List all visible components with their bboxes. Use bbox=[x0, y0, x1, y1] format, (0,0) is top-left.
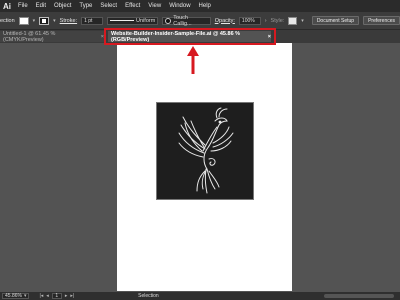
artboard-number: 1 bbox=[55, 293, 59, 299]
selection-label: ection bbox=[0, 17, 15, 24]
document-setup-button[interactable]: Document Setup bbox=[311, 16, 360, 25]
stroke-chevron-down-icon[interactable]: ▾ bbox=[53, 18, 56, 24]
fill-chevron-down-icon[interactable]: ▾ bbox=[33, 18, 36, 24]
zoom-chevron-down-icon[interactable]: ▾ bbox=[24, 293, 27, 299]
menu-items: File Edit Object Type Select Effect View Window… bbox=[18, 3, 211, 9]
stroke-profile-line-icon bbox=[110, 20, 135, 21]
first-artboard-icon[interactable]: |◂ bbox=[39, 293, 43, 299]
last-artboard-icon[interactable]: ▸| bbox=[70, 293, 74, 299]
menu-item-type[interactable]: Type bbox=[79, 3, 92, 9]
style-chevron-down-icon[interactable]: ▾ bbox=[301, 18, 304, 24]
menu-item-window[interactable]: Window bbox=[169, 3, 190, 9]
brush-select[interactable]: Touch Callig... bbox=[162, 14, 211, 27]
menu-item-select[interactable]: Select bbox=[100, 3, 117, 9]
stroke-weight-value: 1 pt bbox=[84, 17, 93, 24]
highlight-rectangle bbox=[104, 28, 276, 45]
zoom-field[interactable]: 45.86% ▾ bbox=[2, 293, 30, 299]
tab-label: Untitled-1 @ 61.45 % (CMYK/Preview) bbox=[3, 30, 56, 43]
menu-item-view[interactable]: View bbox=[148, 3, 161, 9]
style-label: Style: bbox=[270, 17, 285, 24]
tab-untitled-1[interactable]: Untitled-1 @ 61.45 % (CMYK/Preview) × bbox=[0, 30, 104, 43]
next-artboard-icon[interactable]: ▸ bbox=[65, 293, 68, 299]
horizontal-scrollbar[interactable] bbox=[324, 294, 394, 298]
menu-bar: Ai File Edit Object Type Select Effect View Win… bbox=[0, 0, 400, 12]
preferences-button[interactable]: Preferences bbox=[363, 16, 400, 25]
artboard-number-field[interactable]: 1 bbox=[51, 293, 62, 299]
menu-item-file[interactable]: File bbox=[18, 3, 28, 9]
previous-artboard-icon[interactable]: ◂ bbox=[46, 293, 49, 299]
red-arrow-icon bbox=[187, 46, 199, 74]
status-text[interactable]: Selection bbox=[138, 293, 159, 299]
phoenix-icon bbox=[178, 107, 234, 194]
stroke-label[interactable]: Stroke: bbox=[60, 18, 77, 24]
stroke-swatch-icon[interactable] bbox=[39, 16, 50, 25]
artboard-navigation: |◂ ◂ 1 ▸ ▸| bbox=[39, 293, 74, 299]
menu-item-edit[interactable]: Edit bbox=[36, 3, 46, 9]
fill-swatch-icon[interactable] bbox=[18, 16, 29, 25]
stroke-profile-select[interactable]: Uniform bbox=[107, 16, 159, 25]
opacity-value: 100% bbox=[241, 17, 255, 24]
menu-item-help[interactable]: Help bbox=[199, 3, 211, 9]
opacity-chevron-icon[interactable]: › bbox=[265, 18, 267, 24]
brush-name: Touch Callig... bbox=[173, 14, 192, 27]
phoenix-artwork[interactable] bbox=[157, 103, 253, 199]
stroke-weight-field[interactable]: 1 pt bbox=[81, 16, 104, 25]
zoom-value: 45.86% bbox=[5, 293, 22, 299]
opacity-label[interactable]: Opacity: bbox=[215, 18, 235, 24]
status-bar: 45.86% ▾ |◂ ◂ 1 ▸ ▸| Selection bbox=[0, 292, 400, 300]
menu-item-effect[interactable]: Effect bbox=[125, 3, 140, 9]
brush-dot-icon bbox=[165, 17, 172, 24]
stroke-profile-value: Uniform bbox=[136, 17, 156, 24]
style-swatch[interactable] bbox=[288, 16, 298, 25]
opacity-field[interactable]: 100% bbox=[238, 16, 261, 25]
menu-item-object[interactable]: Object bbox=[54, 3, 71, 9]
illustrator-logo-icon: Ai bbox=[0, 0, 14, 12]
